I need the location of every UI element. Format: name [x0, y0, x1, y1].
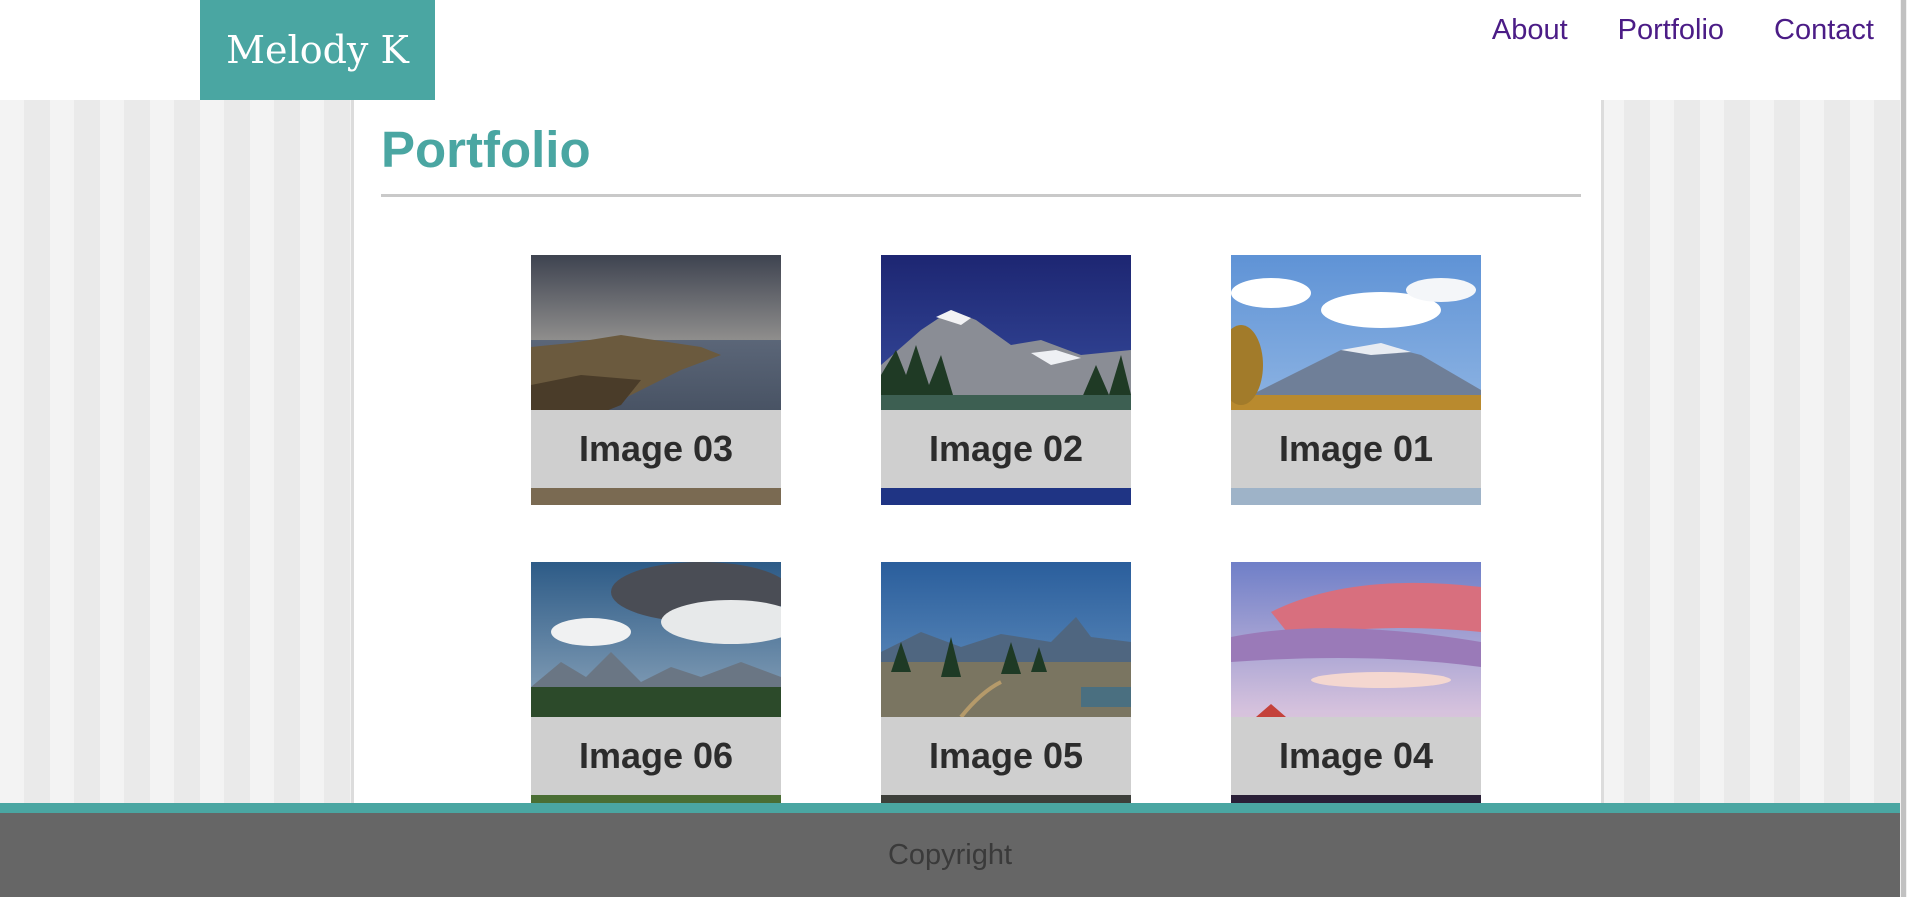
scrollbar-thumb[interactable] [1901, 0, 1906, 897]
page-title: Portfolio [381, 121, 591, 178]
site-header: Melody K About Portfolio Contact [0, 0, 1900, 100]
gallery-item-image-05[interactable]: Image 05 [881, 562, 1131, 812]
gallery-item-label: Image 03 [531, 410, 781, 488]
main-nav: About Portfolio Contact [1492, 14, 1874, 47]
gallery-item-label: Image 05 [881, 717, 1131, 795]
gallery-item-label: Image 02 [881, 410, 1131, 488]
footer-accent-bar [0, 803, 1900, 813]
title-divider [381, 194, 1581, 197]
nav-about[interactable]: About [1492, 14, 1568, 47]
nav-contact[interactable]: Contact [1774, 14, 1874, 47]
gallery-item-label: Image 06 [531, 717, 781, 795]
nav-portfolio[interactable]: Portfolio [1618, 14, 1724, 47]
site-logo[interactable]: Melody K [200, 0, 435, 100]
gallery-item-image-02[interactable]: Image 02 [881, 255, 1131, 505]
gallery-item-image-04[interactable]: Image 04 [1231, 562, 1481, 812]
gallery-item-image-03[interactable]: Image 03 [531, 255, 781, 505]
copyright-text: Copyright [887, 839, 1013, 871]
gallery-item-label: Image 04 [1231, 717, 1481, 795]
gallery-item-image-01[interactable]: Image 01 [1231, 255, 1481, 505]
main-content: Portfolio Image 03 Image 02 Image 01 Ima… [351, 100, 1604, 812]
gallery-item-image-06[interactable]: Image 06 [531, 562, 781, 812]
gallery-item-label: Image 01 [1231, 410, 1481, 488]
site-footer: Copyright [0, 813, 1900, 897]
page-scrollbar[interactable] [1900, 0, 1907, 897]
